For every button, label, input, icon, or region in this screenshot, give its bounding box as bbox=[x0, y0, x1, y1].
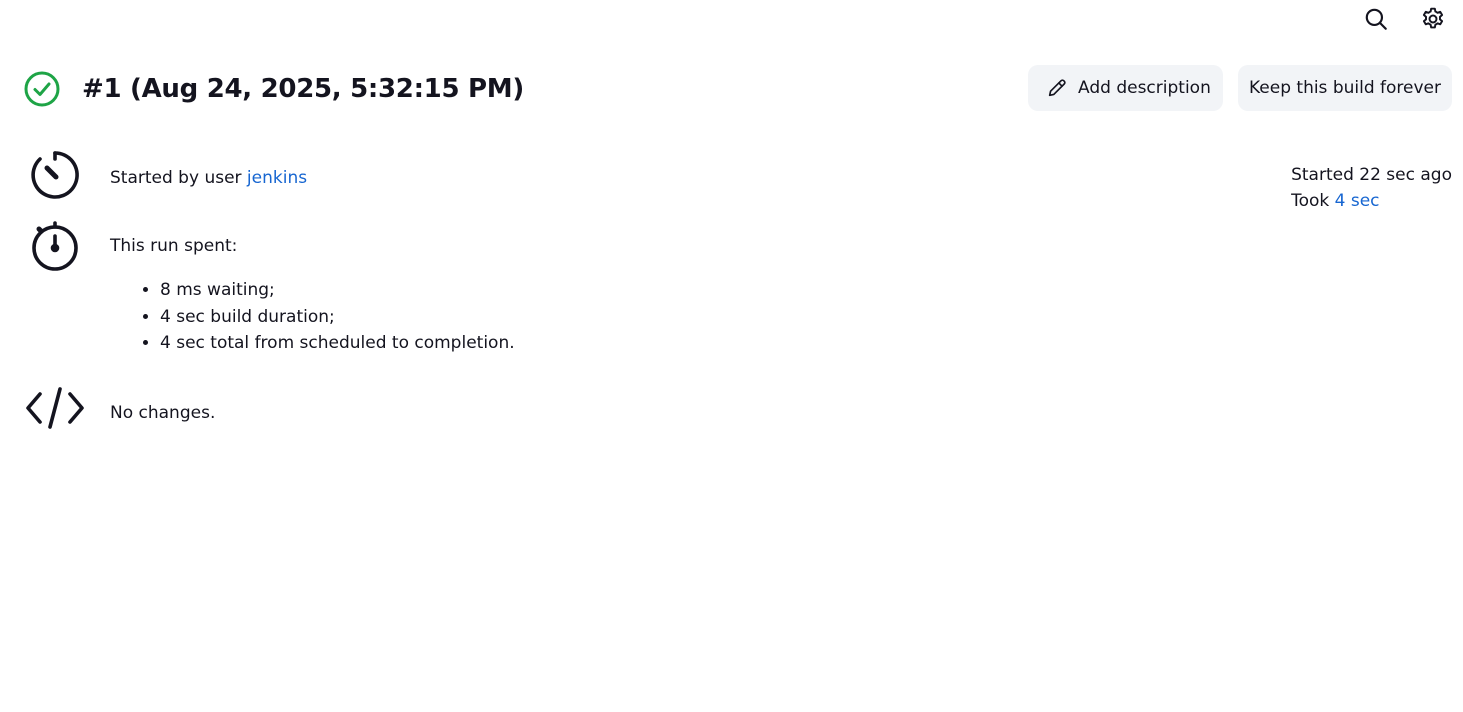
started-by-text: Started by user jenkins bbox=[110, 167, 307, 189]
no-changes-text: No changes. bbox=[110, 403, 216, 423]
took-prefix: Took bbox=[1291, 191, 1335, 211]
started-by-prefix: Started by user bbox=[110, 168, 247, 188]
list-item: 4 sec total from scheduled to completion… bbox=[160, 330, 515, 357]
keep-forever-button[interactable]: Keep this build forever bbox=[1238, 65, 1452, 111]
user-link[interactable]: jenkins bbox=[247, 168, 307, 188]
took-duration-link[interactable]: 4 sec bbox=[1335, 191, 1380, 211]
build-timing: Started 22 sec ago Took 4 sec bbox=[1291, 162, 1452, 214]
search-icon[interactable] bbox=[1362, 5, 1390, 33]
top-toolbar bbox=[1263, 0, 1463, 38]
build-header: #1 (Aug 24, 2025, 5:32:15 PM) Add descri… bbox=[0, 60, 1463, 120]
started-ago-text: Started 22 sec ago bbox=[1291, 165, 1452, 185]
run-spent-heading: This run spent: bbox=[110, 236, 238, 256]
build-page: #1 (Aug 24, 2025, 5:32:15 PM) Add descri… bbox=[0, 0, 1463, 712]
run-spent-list: 8 ms waiting; 4 sec build duration; 4 se… bbox=[110, 277, 515, 357]
add-description-label: Add description bbox=[1078, 78, 1211, 98]
pencil-icon bbox=[1048, 79, 1066, 97]
gear-icon[interactable] bbox=[1419, 5, 1447, 33]
timer-icon bbox=[27, 147, 83, 203]
list-item: 8 ms waiting; bbox=[160, 277, 515, 304]
page-title: #1 (Aug 24, 2025, 5:32:15 PM) bbox=[82, 74, 524, 104]
took-text: Took 4 sec bbox=[1291, 188, 1452, 214]
list-item: 4 sec build duration; bbox=[160, 304, 515, 331]
check-circle-icon bbox=[23, 70, 61, 108]
stopwatch-icon bbox=[29, 219, 81, 273]
add-description-button[interactable]: Add description bbox=[1028, 65, 1223, 111]
code-icon bbox=[25, 385, 85, 431]
